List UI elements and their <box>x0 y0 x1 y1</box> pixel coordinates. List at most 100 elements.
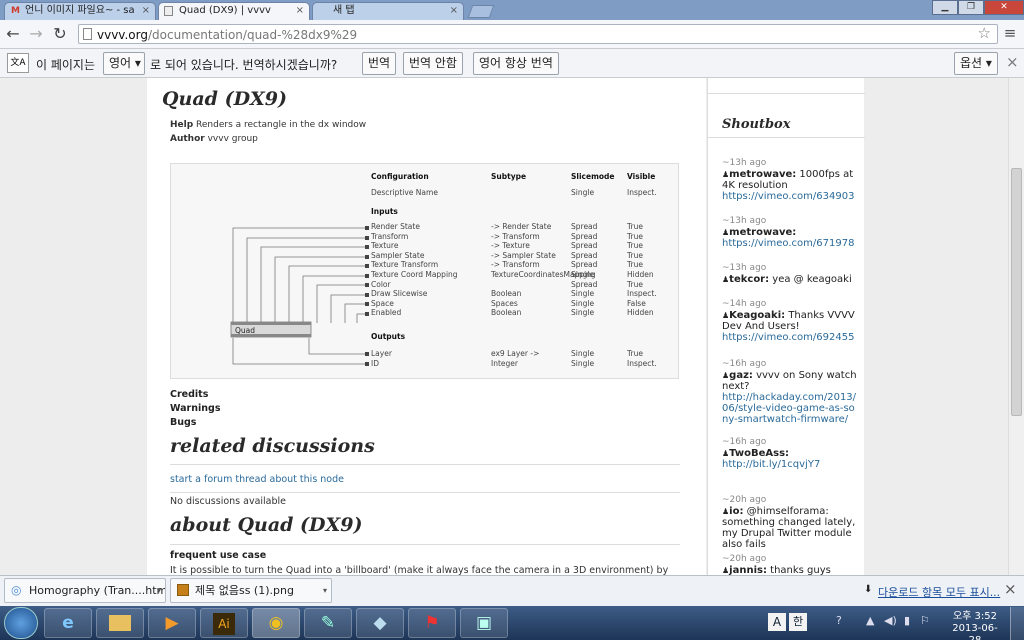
page-icon <box>83 28 92 40</box>
clock[interactable]: 오후 3:52 2013-06-28 <box>946 611 1004 640</box>
back-icon[interactable]: ← <box>4 25 22 43</box>
descriptive-visible: Inspect. <box>627 188 657 197</box>
input-visible: True <box>627 279 643 289</box>
translate-button[interactable]: 번역 <box>362 52 397 75</box>
scrollbar-thumb[interactable] <box>1011 168 1022 416</box>
chevron-down-icon[interactable]: ▾ <box>157 579 161 602</box>
start-button[interactable] <box>4 607 38 639</box>
input-config: Sampler State <box>371 250 425 260</box>
maximize-button[interactable]: ❐ <box>958 0 984 15</box>
header-slicemode: Slicemode <box>571 172 615 181</box>
ie-icon[interactable]: e <box>44 608 92 638</box>
tab-close-icon[interactable]: × <box>142 3 150 19</box>
input-slicemode: Single <box>571 308 595 318</box>
input-visible: True <box>627 250 643 260</box>
shout-message: ♟metrowave: <box>722 227 858 238</box>
volume-icon[interactable]: ◀) <box>884 614 897 627</box>
output-config: Layer <box>371 349 392 358</box>
clock-date: 2013-06-28 <box>952 623 998 640</box>
language-select[interactable]: 영어 ▾ <box>103 52 145 75</box>
close-translate-icon[interactable]: × <box>1006 53 1019 71</box>
forum-thread-link[interactable]: start a forum thread about this node <box>170 474 344 485</box>
acrobat-icon[interactable]: ⚑ <box>408 608 456 638</box>
shout-link[interactable]: https://vimeo.com/6719782 <box>722 238 858 249</box>
input-subtype: -> Render State <box>491 222 552 231</box>
help-icon[interactable]: ? <box>836 614 842 627</box>
close-window-button[interactable]: ✕ <box>984 0 1024 15</box>
shout-time: ~14h ago <box>722 299 767 309</box>
address-bar[interactable]: vvvv.org/documentation/quad-%28dx9%29 ☆ <box>78 24 998 44</box>
download-item-png[interactable]: 제목 없음ss (1).png ▾ <box>170 578 332 603</box>
input-subtype: -> Transform <box>491 231 540 241</box>
flag-icon[interactable]: ⚐ <box>920 614 930 627</box>
tab-new[interactable]: 새 탭 × <box>312 2 464 20</box>
shout-link[interactable]: https://vimeo.com/6349037 <box>722 191 858 202</box>
minimize-button[interactable]: ▁ <box>932 0 958 15</box>
input-visible: Inspect. <box>627 289 657 299</box>
always-translate-button[interactable]: 영어 항상 번역 <box>473 52 559 75</box>
inputs-heading: Inputs <box>371 207 398 216</box>
main-content: Quad (DX9) Help Renders a rectangle in t… <box>147 78 706 575</box>
reload-icon[interactable]: ↻ <box>51 25 69 43</box>
network-icon[interactable]: ▮ <box>904 614 910 627</box>
ime-mode-indicator[interactable]: 한 <box>789 613 807 631</box>
translate-suffix: 로 되어 있습니다. 번역하시겠습니까? <box>150 58 338 72</box>
explorer-icon[interactable] <box>96 608 144 638</box>
input-subtype: Spaces <box>491 298 518 308</box>
input-subtype: Boolean <box>491 308 522 318</box>
media-player-icon[interactable]: ▶ <box>148 608 196 638</box>
shout-message: ♟io: @himselforama: something changed la… <box>722 506 858 550</box>
input-visible: True <box>627 222 643 231</box>
tab-quad[interactable]: Quad (DX9) | vvvv × <box>158 2 310 21</box>
tab-close-icon[interactable]: × <box>296 3 304 19</box>
input-config: Space <box>371 298 394 308</box>
page-viewport: Quad (DX9) Help Renders a rectangle in t… <box>0 78 1008 575</box>
app-icon[interactable]: ◆ <box>356 608 404 638</box>
illustrator-icon[interactable]: Ai <box>200 608 248 638</box>
download-arrow-icon: ⬇ <box>864 584 873 595</box>
show-desktop-button[interactable] <box>1010 607 1024 640</box>
photo-viewer-icon[interactable]: ▣ <box>460 608 508 638</box>
shout-link[interactable]: http://hackaday.com/2013/06/style-video-… <box>722 392 858 425</box>
chrome-icon[interactable]: ◉ <box>252 608 300 638</box>
menu-icon[interactable]: ≡ <box>1002 24 1018 42</box>
shout-text: yea @ keagoaki <box>769 274 852 285</box>
input-visible: Hidden <box>627 308 654 318</box>
tray-expand-icon[interactable]: ▲ <box>866 614 874 627</box>
show-all-downloads-link[interactable]: 다운로드 항목 모두 표시... <box>878 584 1000 600</box>
shout-author[interactable]: metrowave: <box>729 169 796 180</box>
input-subtype: -> Sampler State <box>491 250 556 260</box>
input-slicemode: Single <box>571 270 595 279</box>
input-subtype: -> Texture <box>491 241 530 251</box>
options-button[interactable]: 옵션 ▾ <box>954 52 998 75</box>
divider <box>708 137 865 138</box>
tab-close-icon[interactable]: × <box>450 3 458 19</box>
ime-indicator[interactable]: A <box>768 613 786 631</box>
shout-author[interactable]: gaz: <box>729 370 753 381</box>
shout-author[interactable]: io: <box>729 506 743 517</box>
shout-link[interactable]: https://vimeo.com/6924550 <box>722 332 858 343</box>
shout-author[interactable]: Keagoaki: <box>729 310 785 321</box>
sidebar: Shoutbox ~13h ago ♟metrowave: 1000fps at … <box>707 78 865 575</box>
new-tab-button[interactable] <box>467 5 495 18</box>
no-translate-button[interactable]: 번역 안함 <box>403 52 463 75</box>
close-download-bar-icon[interactable]: × <box>1004 580 1017 598</box>
divider <box>170 464 680 465</box>
shout-time: ~13h ago <box>722 158 767 168</box>
paint-icon[interactable]: ✎ <box>304 608 352 638</box>
tab-gmail[interactable]: M 언니 이미지 파일요~ - sa × <box>4 2 156 20</box>
forward-icon[interactable]: → <box>27 25 45 43</box>
shout-item: ~13h ago ♟metrowave: https://vimeo.com/671… <box>722 216 858 249</box>
shout-author[interactable]: TwoBeAss: <box>729 448 789 459</box>
image-file-icon <box>177 584 189 596</box>
shout-link[interactable]: http://bit.ly/1cqvjY7 <box>722 459 858 470</box>
bookmark-star-icon[interactable]: ☆ <box>978 24 991 42</box>
help-line: Help Renders a rectangle in the dx windo… <box>170 120 367 130</box>
shout-author[interactable]: metrowave: <box>729 227 796 238</box>
page-scrollbar[interactable] <box>1008 78 1024 575</box>
shout-author[interactable]: jannis: <box>729 565 767 575</box>
shout-author[interactable]: tekcor: <box>729 274 769 285</box>
shout-message: ♟metrowave: 1000fps at 4K resolution <box>722 169 858 191</box>
download-item-homography[interactable]: ◎ Homography (Tran....htm ▾ <box>4 578 166 603</box>
chevron-down-icon[interactable]: ▾ <box>323 579 327 602</box>
